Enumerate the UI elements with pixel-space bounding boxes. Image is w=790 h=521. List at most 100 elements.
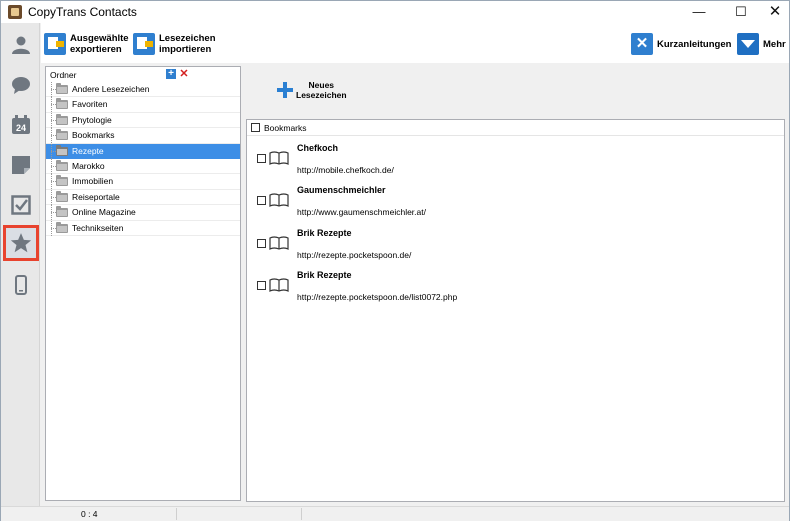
folder-label: Online Magazine (72, 207, 136, 218)
folder-item[interactable]: Online Magazine (46, 205, 240, 221)
folder-header: Ordner (50, 70, 77, 80)
folder-label: Reiseportale (72, 191, 120, 202)
folder-icon (56, 159, 68, 171)
app-logo-icon (8, 5, 22, 19)
svg-text:24: 24 (16, 123, 26, 133)
delete-folder-button[interactable]: ✕ (179, 69, 189, 80)
maximize-button[interactable]: ☐ (724, 1, 758, 23)
more-button[interactable]: Mehr (737, 29, 786, 59)
folder-item[interactable]: Rezepte (46, 143, 240, 159)
nav-device[interactable] (5, 269, 37, 301)
new-bookmark-button[interactable]: Neues Lesezeichen (277, 79, 347, 101)
nav-bookmarks[interactable] (3, 225, 39, 261)
folder-label: Technikseiten (72, 222, 124, 233)
note-icon (12, 156, 30, 174)
folder-item[interactable]: Marokko (46, 158, 240, 175)
open-book-icon (269, 151, 289, 165)
bookmark-url[interactable]: http://mobile.chefkoch.de/ (297, 165, 394, 175)
tools-icon (631, 33, 653, 55)
bookmark-header: Bookmarks (247, 120, 784, 136)
folder-label: Andere Lesezeichen (72, 84, 150, 94)
tutorials-button[interactable]: Kurzanleitungen (631, 29, 731, 59)
import-label-line1: Lesezeichen (159, 33, 216, 44)
window-title: CopyTrans Contacts (28, 5, 137, 19)
close-button[interactable]: ✕ (758, 1, 790, 23)
status-separator (301, 508, 302, 520)
folder-panel: Ordner + ✕ Andere Lesezeichen Favoriten Ph… (45, 66, 241, 501)
new-bookmark-label-line1: Neues (308, 80, 335, 90)
bookmark-url[interactable]: http://rezepte.pocketspoon.de/list0072.p… (297, 292, 457, 302)
folder-icon (56, 144, 68, 156)
folder-icon (56, 98, 68, 110)
export-selected-button[interactable]: Ausgewählte exportieren (44, 29, 129, 59)
folder-item[interactable]: Reiseportale (46, 189, 240, 206)
bookmark-title: Brik Rezepte (297, 269, 352, 280)
import-icon (133, 33, 155, 55)
status-count: 0 : 4 (81, 509, 98, 519)
plus-icon (277, 82, 293, 98)
bookmark-entry[interactable]: Gaumenschmeichler http://www.gaumenschmei… (247, 182, 784, 224)
chevron-down-icon (737, 33, 759, 55)
calendar-icon: 24 (12, 115, 30, 134)
nav-calendar[interactable]: 24 (5, 109, 37, 141)
export-label-line1: Ausgewählte (70, 33, 129, 44)
left-navigation: 24 (1, 23, 40, 506)
nav-tasks[interactable] (5, 189, 37, 221)
folder-label: Immobilien (72, 176, 114, 187)
folder-list: Andere Lesezeichen Favoriten Phytologie Boo… (46, 82, 240, 236)
toolbar: Ausgewählte exportieren Lesezeichen impo… (41, 23, 789, 63)
folder-label: Marokko (72, 160, 105, 171)
app-window: CopyTrans Contacts — ☐ ✕ 24 Ausgewählte … (0, 0, 790, 521)
import-bookmarks-button[interactable]: Lesezeichen importieren (133, 29, 216, 59)
title-bar: CopyTrans Contacts — ☐ ✕ (1, 1, 789, 23)
bookmark-entry[interactable]: Brik Rezepte http://rezepte.pocketspoon.d… (247, 267, 784, 309)
folder-item[interactable]: Technikseiten (46, 220, 240, 236)
phone-icon (15, 275, 27, 295)
bookmark-url[interactable]: http://www.gaumenschmeichler.at/ (297, 207, 426, 217)
bookmark-checkbox[interactable] (257, 280, 266, 290)
bookmark-checkbox[interactable] (257, 154, 266, 163)
select-all-checkbox[interactable] (251, 123, 260, 132)
chat-bubble-icon (12, 77, 30, 94)
bookmark-title: Gaumenschmeichler (297, 185, 386, 196)
open-book-icon (269, 235, 289, 250)
folder-icon (56, 190, 68, 202)
open-book-icon (269, 278, 289, 292)
bookmark-entry[interactable]: Chefkoch http://mobile.chefkoch.de/ (247, 140, 784, 182)
bookmark-url[interactable]: http://rezepte.pocketspoon.de/ (297, 250, 411, 260)
export-icon (44, 33, 66, 55)
status-separator (176, 508, 177, 520)
open-book-icon (269, 193, 289, 208)
bookmark-entry[interactable]: Brik Rezepte http://rezepte.pocketspoon.d… (247, 225, 784, 267)
folder-icon (56, 175, 68, 187)
nav-messages[interactable] (5, 69, 37, 101)
person-icon (12, 36, 30, 54)
bookmark-checkbox[interactable] (257, 196, 266, 206)
folder-label: Bookmarks (72, 130, 115, 141)
folder-item[interactable]: Andere Lesezeichen (46, 82, 240, 98)
folder-item[interactable]: Favoriten (46, 97, 240, 113)
minimize-button[interactable]: — (682, 1, 716, 23)
folder-icon (56, 113, 68, 125)
folder-item[interactable]: Bookmarks (46, 128, 240, 144)
new-bookmark-label-line2: Lesezeichen (296, 90, 347, 100)
folder-icon (56, 129, 68, 141)
folder-label: Phytologie (72, 114, 112, 125)
bookmark-checkbox[interactable] (257, 238, 266, 248)
export-label-line2: exportieren (70, 44, 122, 55)
folder-label: Favoriten (72, 99, 108, 110)
add-folder-button[interactable]: + (166, 69, 176, 79)
folder-item[interactable]: Phytologie (46, 112, 240, 129)
more-label: Mehr (763, 38, 786, 50)
folder-icon (56, 83, 68, 94)
bookmark-panel: Bookmarks Chefkoch http://mobile.chefkoch… (246, 119, 785, 502)
bookmark-title: Brik Rezepte (297, 227, 352, 238)
star-icon (10, 233, 32, 253)
nav-notes[interactable] (5, 149, 37, 181)
tutorials-label: Kurzanleitungen (657, 38, 732, 50)
bookmark-header-label: Bookmarks (264, 123, 307, 133)
status-bar: 0 : 4 (1, 506, 789, 521)
folder-item[interactable]: Immobilien (46, 174, 240, 190)
import-label-line2: importieren (159, 44, 212, 55)
nav-contacts[interactable] (5, 29, 37, 61)
